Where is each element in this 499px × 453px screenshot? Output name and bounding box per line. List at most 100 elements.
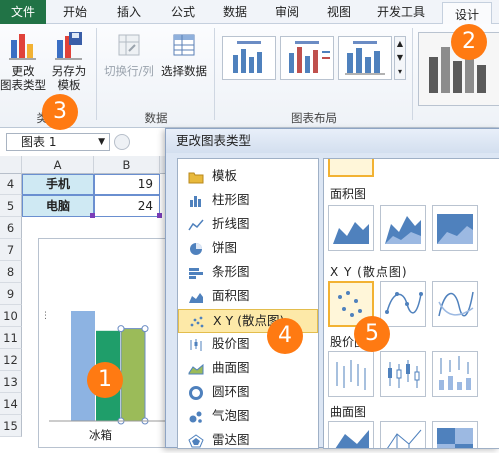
save-as-template-label-1: 另存为 xyxy=(51,64,87,78)
column-header-b[interactable]: B xyxy=(94,156,160,174)
surface-subtype-2[interactable] xyxy=(380,421,426,448)
row-header[interactable]: 14 xyxy=(0,393,22,415)
select-data-label: 选择数据 xyxy=(161,64,207,78)
name-box[interactable]: 图表 1 ▼ xyxy=(6,133,110,151)
tab-design[interactable]: 设计 xyxy=(442,2,492,26)
chart-type-label: 曲面图 xyxy=(212,360,250,375)
row-header[interactable]: 9 xyxy=(0,283,22,305)
ribbon-separator xyxy=(96,28,97,120)
layout-gallery-scroll[interactable]: ▲ ▼ ▾ xyxy=(394,36,406,80)
chart-layout-2[interactable] xyxy=(280,36,334,80)
row-header[interactable]: 15 xyxy=(0,415,22,437)
callout-badge-3: 3 xyxy=(42,94,78,130)
chart-type-bubble[interactable]: 气泡图 xyxy=(178,405,318,429)
stock-chart-icon xyxy=(190,339,202,351)
chart-bar[interactable] xyxy=(71,311,95,421)
radar-chart-icon xyxy=(188,434,204,448)
cell-a4[interactable]: 手机 xyxy=(22,174,94,195)
tab-review[interactable]: 审阅 xyxy=(264,0,310,24)
bar-chart-icon xyxy=(189,268,203,279)
tab-view[interactable]: 视图 xyxy=(316,0,362,24)
embedded-chart[interactable]: ⋮ 冰箱 xyxy=(38,238,170,448)
row-header[interactable]: 11 xyxy=(0,327,22,349)
section-heading-scatter: X Y (散点图) xyxy=(330,265,408,279)
range-handle[interactable] xyxy=(157,213,162,218)
tab-insert[interactable]: 插入 xyxy=(106,0,152,24)
select-data-button[interactable]: 选择数据 xyxy=(156,32,212,78)
surface-subtype-3[interactable] xyxy=(432,421,478,448)
row-header[interactable]: 12 xyxy=(0,349,22,371)
chart-layout-3[interactable] xyxy=(338,36,392,80)
scatter-smooth-icon xyxy=(438,291,474,317)
cell-b5[interactable]: 24 xyxy=(94,195,160,217)
row-header[interactable]: 13 xyxy=(0,371,22,393)
layout-1-icon xyxy=(233,41,262,73)
chart-type-area[interactable]: 面积图 xyxy=(178,285,318,309)
stock-subtype-3[interactable] xyxy=(432,351,478,397)
stock-subtype-1[interactable] xyxy=(328,351,374,397)
change-chart-type-label-1: 更改 xyxy=(11,64,35,78)
area-subtype-1[interactable] xyxy=(328,205,374,251)
chart-type-template[interactable]: 模板 xyxy=(178,165,318,189)
surface-wireframe-icon xyxy=(387,429,422,448)
chevron-down-icon[interactable]: ▼ xyxy=(98,134,105,150)
cell-b4[interactable]: 19 xyxy=(94,174,160,195)
area-chart-icon xyxy=(189,293,203,303)
chart-type-pie[interactable]: 饼图 xyxy=(178,237,318,261)
surface-contour-icon xyxy=(437,428,473,448)
callout-badge-2: 2 xyxy=(451,24,487,60)
stock-volume-icon xyxy=(439,356,471,390)
row-header[interactable]: 6 xyxy=(0,217,22,239)
tab-file[interactable]: 文件 xyxy=(0,0,46,24)
select-all-corner[interactable] xyxy=(0,156,22,174)
chart-type-column[interactable]: 柱形图 xyxy=(178,189,318,213)
stock-chart-icon xyxy=(336,360,366,390)
callout-badge-5: 5 xyxy=(354,316,390,352)
pie-chart-icon xyxy=(190,243,202,255)
ribbon-tab-bar: 文件 开始 插入 公式 数据 审阅 视图 开发工具 设计 xyxy=(0,0,499,26)
row-header[interactable]: 7 xyxy=(0,239,22,261)
area-subtype-2[interactable] xyxy=(380,205,426,251)
row-header-5[interactable]: 5 xyxy=(0,195,22,217)
area-subtype-3[interactable] xyxy=(432,205,478,251)
save-as-template-button[interactable]: 另存为 模板 xyxy=(46,30,92,92)
chart-type-bar[interactable]: 条形图 xyxy=(178,261,318,285)
scatter-subtype-smooth[interactable] xyxy=(432,281,478,327)
chart-type-surface[interactable]: 曲面图 xyxy=(178,357,318,381)
chart-type-doughnut[interactable]: 圆环图 xyxy=(178,381,318,405)
chart-type-list: 模板 柱形图 折线图 饼图 条形图 面积图 X Y (散点图) 股价图 曲面图 … xyxy=(177,158,319,449)
chart-bar[interactable] xyxy=(120,328,146,422)
chart-type-label: 模板 xyxy=(212,168,238,183)
switch-row-column-label: 切换行/列 xyxy=(104,64,154,78)
select-data-icon xyxy=(173,34,195,56)
chart-layout-1[interactable] xyxy=(222,36,276,80)
chart-type-label: 雷达图 xyxy=(212,432,250,447)
surface-subtype-1[interactable] xyxy=(328,421,374,448)
section-heading-area: 面积图 xyxy=(330,187,367,201)
column-header-a[interactable]: A xyxy=(22,156,94,174)
tab-formulas[interactable]: 公式 xyxy=(160,0,206,24)
tab-data[interactable]: 数据 xyxy=(212,0,258,24)
chart-type-line[interactable]: 折线图 xyxy=(178,213,318,237)
chart-subtype-thumb[interactable] xyxy=(328,159,374,177)
row-header[interactable]: 8 xyxy=(0,261,22,283)
area-chart-icon xyxy=(333,222,369,244)
row-header-4[interactable]: 4 xyxy=(0,174,22,195)
chart-handle-left[interactable]: ⋮ xyxy=(41,311,50,321)
chart-type-radar[interactable]: 雷达图 xyxy=(178,429,318,453)
selection-handle[interactable] xyxy=(141,325,149,333)
tab-developer[interactable]: 开发工具 xyxy=(366,0,436,24)
surface-3d-icon xyxy=(335,430,369,448)
cell-a5[interactable]: 电脑 xyxy=(22,195,94,217)
scatter-subtype-smooth-markers[interactable] xyxy=(380,281,426,327)
layout-2-icon xyxy=(289,41,330,73)
row-header[interactable]: 10 xyxy=(0,305,22,327)
range-handle[interactable] xyxy=(90,213,95,218)
chart-type-label: 气泡图 xyxy=(212,408,250,423)
stock-subtype-2[interactable] xyxy=(380,351,426,397)
switch-row-column-button[interactable]: 切换行/列 xyxy=(100,32,158,78)
chart-type-label: 饼图 xyxy=(212,240,238,255)
selection-handle[interactable] xyxy=(117,325,125,333)
tab-home[interactable]: 开始 xyxy=(52,0,98,24)
change-chart-type-button[interactable]: 更改 图表类型 xyxy=(0,30,46,92)
